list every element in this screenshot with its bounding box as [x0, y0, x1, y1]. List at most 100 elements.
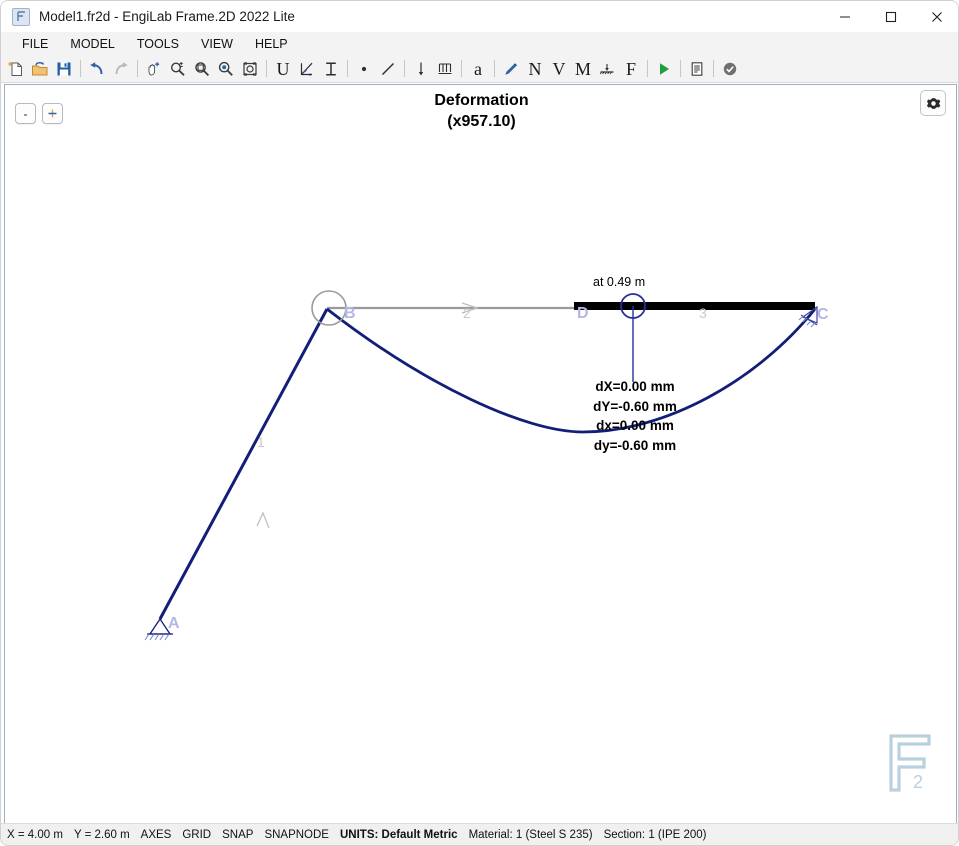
- zoom-in-out-icon: [170, 61, 185, 76]
- pan-hand-icon: [148, 61, 160, 75]
- nodal-load-button[interactable]: [409, 57, 433, 81]
- frame2d-watermark: 2: [886, 732, 934, 799]
- menu-help[interactable]: HELP: [244, 35, 299, 53]
- plus-icon: [48, 109, 57, 118]
- menu-model[interactable]: MODEL: [59, 35, 125, 53]
- report-button[interactable]: [685, 57, 709, 81]
- sections-button[interactable]: [319, 57, 343, 81]
- status-section[interactable]: Section: 1 (IPE 200): [604, 829, 707, 841]
- toolbar-separator: [647, 60, 648, 77]
- new-file-button[interactable]: [4, 57, 28, 81]
- window-controls: [822, 1, 958, 32]
- forces-icon: F: [625, 58, 636, 79]
- application-window: Model1.fr2d - EngiLab Frame.2D 2022 Lite: [0, 0, 959, 846]
- forces-button[interactable]: F: [619, 57, 643, 81]
- redo-button[interactable]: [109, 57, 133, 81]
- pan-button[interactable]: [142, 57, 166, 81]
- open-folder-icon: [32, 61, 48, 75]
- status-coord-x: X = 4.00 m: [7, 828, 63, 841]
- nodal-load-icon: [418, 62, 424, 75]
- frame2d-app-icon: [12, 7, 30, 26]
- zoom-selection-icon: [243, 61, 257, 76]
- shear-force-button[interactable]: V: [547, 57, 571, 81]
- status-material[interactable]: Material: 1 (Steel S 235): [469, 829, 593, 841]
- menu-tools-label: TOOLS: [136, 36, 180, 51]
- reactions-button[interactable]: [595, 57, 619, 81]
- materials-icon: ε: [300, 62, 313, 78]
- status-snap-toggle[interactable]: SNAP: [222, 829, 253, 841]
- deformed-member-AB: [158, 308, 329, 620]
- zoom-window-icon: [195, 61, 210, 76]
- element-line-icon: [381, 62, 395, 75]
- status-units[interactable]: UNITS: Default Metric: [340, 829, 458, 841]
- undo-button[interactable]: [85, 57, 109, 81]
- drawing-canvas[interactable]: - Deformation (x957.10) A B D C 1 2 3 at…: [4, 84, 957, 824]
- status-grid-toggle[interactable]: GRID: [182, 829, 211, 841]
- canvas-settings-button[interactable]: [920, 90, 946, 116]
- undo-icon: [90, 61, 103, 74]
- bending-moment-button[interactable]: M: [571, 57, 595, 81]
- close-button[interactable]: [914, 1, 958, 32]
- save-file-button[interactable]: [52, 57, 76, 81]
- status-axes-toggle[interactable]: AXES: [141, 829, 172, 841]
- reactions-icon: [599, 63, 614, 74]
- deformation-button[interactable]: [499, 57, 523, 81]
- menu-view-label: VIEW: [201, 36, 233, 51]
- check-model-icon: [723, 62, 737, 75]
- check-model-button[interactable]: [718, 57, 742, 81]
- zoom-window-button[interactable]: [190, 57, 214, 81]
- element-load-icon: [438, 62, 452, 74]
- minimize-button[interactable]: [822, 1, 868, 32]
- status-coord-y: Y = 2.60 m: [73, 828, 130, 841]
- deformation-dX: dX=0.00 mm: [595, 379, 675, 394]
- text-annotation-button[interactable]: a: [466, 57, 490, 81]
- zoom-selection-button[interactable]: [238, 57, 262, 81]
- axial-force-icon: N: [528, 58, 542, 79]
- gear-icon: [926, 97, 940, 109]
- run-analysis-icon: [660, 62, 669, 75]
- menu-file-label: FILE: [22, 36, 49, 51]
- new-file-icon: [8, 61, 22, 76]
- zoom-extents-button[interactable]: [214, 57, 238, 81]
- toolbar-separator: [266, 60, 267, 77]
- zoom-button[interactable]: [166, 57, 190, 81]
- minimize-icon: [840, 15, 850, 18]
- element-label-2: 2: [463, 305, 471, 321]
- element-label-3: 3: [699, 305, 707, 321]
- zoom-in-button[interactable]: [42, 103, 63, 124]
- node-label-C: C: [817, 306, 829, 323]
- node-label-B: B: [344, 305, 356, 322]
- add-element-button[interactable]: [376, 57, 400, 81]
- add-node-button[interactable]: [352, 57, 376, 81]
- save-disk-icon: [57, 62, 71, 75]
- axial-force-button[interactable]: N: [523, 57, 547, 81]
- node-label-A: A: [168, 615, 180, 632]
- toolbar-separator: [713, 60, 714, 77]
- menu-file[interactable]: FILE: [11, 35, 59, 53]
- run-analysis-button[interactable]: [652, 57, 676, 81]
- open-file-button[interactable]: [28, 57, 52, 81]
- maximize-button[interactable]: [868, 1, 914, 32]
- plot-title-block: Deformation (x957.10): [5, 90, 956, 132]
- toolbar-separator: [137, 60, 138, 77]
- zoom-extents-icon: [218, 61, 233, 76]
- toolbar-separator: [461, 60, 462, 77]
- toolbar-separator: [80, 60, 81, 77]
- menu-tools[interactable]: TOOLS: [126, 35, 190, 53]
- zoom-out-button[interactable]: -: [15, 103, 36, 124]
- materials-button[interactable]: ε: [295, 57, 319, 81]
- status-snapnode-toggle[interactable]: SNAPNODE: [264, 829, 329, 841]
- units-icon: U: [276, 58, 290, 79]
- plot-scale-factor: (x957.10): [447, 113, 516, 130]
- element-load-button[interactable]: [433, 57, 457, 81]
- units-button[interactable]: U: [271, 57, 295, 81]
- text-annotation-icon: a: [474, 58, 482, 79]
- watermark-subscript: 2: [913, 772, 923, 792]
- maximize-icon: [885, 11, 897, 22]
- f2-logo-icon: 2: [889, 734, 931, 792]
- window-title: Model1.fr2d - EngiLab Frame.2D 2022 Lite: [39, 9, 295, 24]
- menu-view[interactable]: VIEW: [190, 35, 244, 53]
- deformation-dy: dy=-0.60 mm: [593, 437, 677, 453]
- status-bar: X = 4.00 m Y = 2.60 m AXES GRID SNAP SNA…: [1, 823, 958, 845]
- structure-drawing: A B D C 1 2 3: [144, 290, 829, 641]
